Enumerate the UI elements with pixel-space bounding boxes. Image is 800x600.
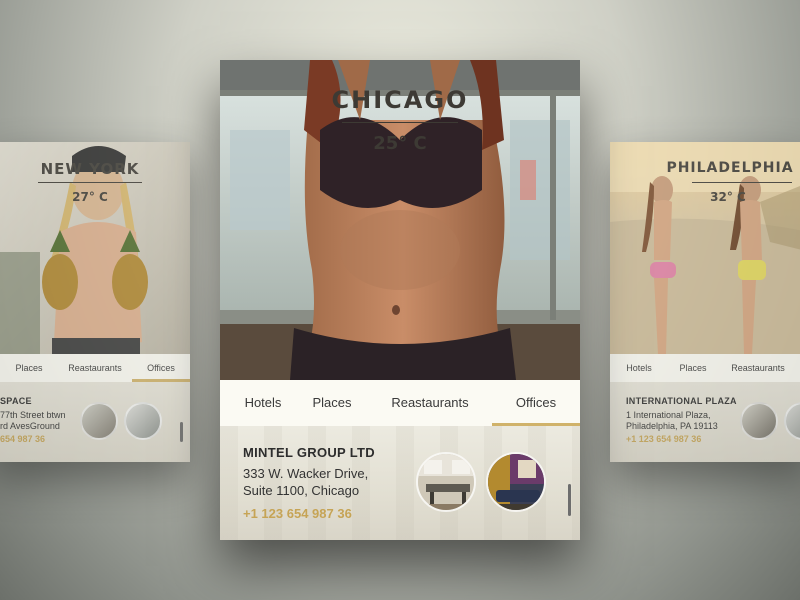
category-tabs: Places Reastaurants Offices: [0, 354, 190, 382]
office-lounge-thumbnail[interactable]: [486, 452, 546, 512]
office-interior-thumbnail[interactable]: [416, 452, 476, 512]
temperature: 27° C: [72, 190, 108, 204]
office-photo-thumbnail[interactable]: [740, 402, 778, 440]
tab-hotels[interactable]: Hotels: [230, 380, 296, 426]
tab-places[interactable]: Places: [296, 380, 368, 426]
tab-reastaurants[interactable]: Reastaurants: [718, 354, 798, 382]
business-name: MINTEL GROUP LTD: [243, 445, 375, 460]
office-photo-thumbnail[interactable]: [80, 402, 118, 440]
tab-reastaurants[interactable]: Reastaurants: [368, 380, 492, 426]
business-address-line1: 333 W. Wacker Drive,: [243, 466, 369, 481]
business-phone[interactable]: +1 123 654 987 36: [243, 506, 352, 521]
temperature: 25° C: [373, 133, 427, 154]
category-tabs: Hotels Places Reastaurants: [610, 354, 800, 382]
tab-offices[interactable]: Offices: [492, 380, 580, 426]
temperature: 32° C: [710, 190, 746, 204]
tab-hotels[interactable]: Hotels: [610, 354, 668, 382]
business-address-line2: rd AvesGround: [0, 421, 60, 431]
city-name: CHICAGO: [331, 86, 469, 114]
city-card-chicago[interactable]: CHICAGO 25° C Hotels Places Reastaurants…: [220, 60, 580, 540]
city-card-philadelphia[interactable]: PHILADELPHIA 32° C Hotels Places Reastau…: [610, 142, 800, 462]
business-info: MINTEL GROUP LTD 333 W. Wacker Drive, Su…: [220, 426, 580, 540]
city-name: PHILADELPHIA: [666, 160, 794, 176]
business-phone[interactable]: 654 987 36: [0, 434, 45, 444]
business-info: INTERNATIONAL PLAZA 1 International Plaz…: [610, 382, 800, 462]
city-card-new-york[interactable]: NEW YORK 27° C Places Reastaurants Offic…: [0, 142, 190, 462]
title-divider: [692, 182, 792, 183]
tab-places[interactable]: Places: [0, 354, 58, 382]
business-info: SPACE 77th Street btwn rd AvesGround 654…: [0, 382, 190, 462]
business-address-line2: Suite 1100, Chicago: [243, 483, 360, 498]
city-name: NEW YORK: [40, 160, 140, 178]
business-phone[interactable]: +1 123 654 987 36: [626, 434, 701, 444]
tab-places[interactable]: Places: [668, 354, 718, 382]
title-divider: [342, 122, 458, 123]
tab-offices[interactable]: Offices: [132, 354, 190, 382]
tab-reastaurants[interactable]: Reastaurants: [58, 354, 132, 382]
title-divider: [38, 182, 142, 183]
scrollbar[interactable]: [568, 484, 571, 516]
business-address-line2: Philadelphia, PA 19113: [626, 421, 718, 431]
category-tabs: Hotels Places Reastaurants Offices: [220, 380, 580, 426]
office-photo-thumbnail[interactable]: [124, 402, 162, 440]
business-name: INTERNATIONAL PLAZA: [626, 396, 737, 406]
business-name: SPACE: [0, 396, 32, 406]
scrollbar[interactable]: [180, 422, 183, 442]
